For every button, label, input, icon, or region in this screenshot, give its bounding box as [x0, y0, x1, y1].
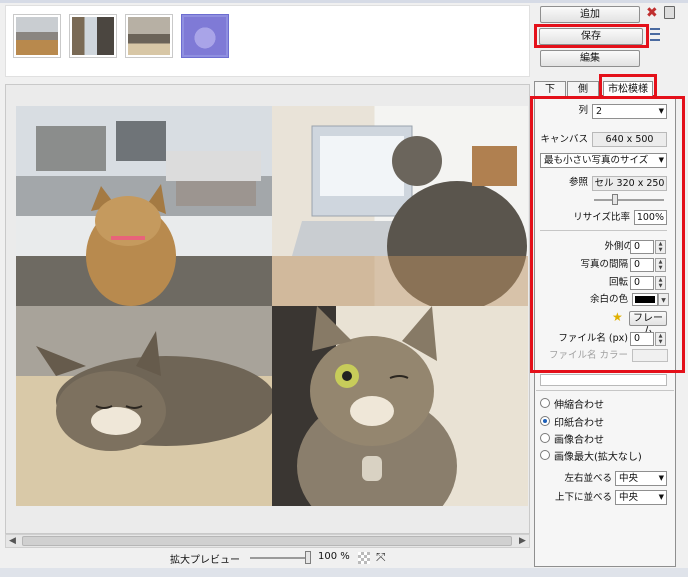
- filename-color-label: ファイル名 カラー: [548, 350, 628, 361]
- collage-cell-3: [16, 306, 272, 506]
- zoom-slider-thumb[interactable]: [305, 551, 311, 564]
- outer-margin-spinner[interactable]: ▲ ▼: [655, 240, 666, 254]
- margin-color-swatch: [635, 296, 655, 303]
- divider: [536, 390, 674, 391]
- scroll-right-icon[interactable]: ▶: [516, 535, 529, 547]
- fit-option-label: 画像最大(拡大なし): [554, 452, 642, 463]
- fit-radio-paper[interactable]: [540, 416, 550, 426]
- filename-px-spinner[interactable]: ▲ ▼: [655, 332, 666, 346]
- fit-radio-image[interactable]: [540, 433, 550, 443]
- columns-value: 2: [596, 106, 603, 117]
- star-icon: ★: [612, 310, 623, 324]
- chevron-down-icon: ▼: [658, 474, 664, 482]
- fit-option-label: 伸縮合わせ: [554, 400, 604, 411]
- fit-option-label: 印紙合わせ: [554, 418, 604, 429]
- horizontal-align-label: 左右並べる: [564, 473, 612, 484]
- size-mode-value: 最も小さい写真のサイズ: [544, 155, 649, 166]
- canvas-label: キャンバス: [540, 134, 588, 145]
- frame-button[interactable]: フレーム: [629, 311, 667, 337]
- zoom-preview-bar: 拡大プレビュー 100 % ⤧: [170, 550, 410, 566]
- cat-photo-2: [272, 125, 528, 306]
- cat-photo-4: [297, 306, 457, 506]
- rotate-input[interactable]: 0: [630, 276, 654, 290]
- zoom-preview-label: 拡大プレビュー: [170, 555, 240, 566]
- edit-button[interactable]: 編集: [540, 50, 640, 67]
- vertical-align-value: 中央: [619, 492, 639, 503]
- scroll-thumb[interactable]: [22, 536, 512, 546]
- horizontal-align-value: 中央: [619, 473, 639, 484]
- blank-field: [540, 374, 667, 386]
- collage-cell-1: [16, 106, 272, 306]
- list-icon[interactable]: [650, 28, 660, 41]
- margin-color-picker[interactable]: [632, 293, 658, 306]
- filename-px-label: ファイル名 (px): [558, 333, 628, 344]
- thumbnail-image: [16, 17, 58, 55]
- photo-spacing-spinner[interactable]: ▲ ▼: [655, 258, 666, 272]
- thumbnail-image: [128, 17, 170, 55]
- thumbnail-4-selected[interactable]: [181, 14, 229, 58]
- zoom-value: 100 %: [318, 551, 350, 562]
- columns-select[interactable]: 2 ▼: [592, 104, 667, 119]
- zoom-slider-track[interactable]: [250, 557, 310, 559]
- horizontal-align-select[interactable]: 中央 ▼: [615, 471, 667, 486]
- margin-color-label: 余白の色: [589, 294, 628, 305]
- rotate-spinner[interactable]: ▲ ▼: [655, 276, 666, 290]
- columns-label: 列: [578, 105, 588, 116]
- collage-preview[interactable]: [16, 106, 528, 506]
- fit-radio-stretch[interactable]: [540, 398, 550, 408]
- rotate-label: 回転: [608, 277, 628, 288]
- reference-cell-value: セル 320 x 250: [592, 176, 667, 191]
- window-bottom-edge: [0, 568, 688, 577]
- thumbnail-1[interactable]: [13, 14, 61, 58]
- window-top-edge: [0, 0, 688, 3]
- canvas-size-value: 640 x 500: [592, 132, 667, 147]
- vertical-align-select[interactable]: 中央 ▼: [615, 490, 667, 505]
- photo-spacing-input[interactable]: 0: [630, 258, 654, 272]
- reference-label: 参照: [568, 177, 588, 188]
- thumbnail-3[interactable]: [125, 14, 173, 58]
- filename-color-picker: [632, 349, 668, 362]
- cat-photo-1: [36, 121, 261, 306]
- filename-px-input[interactable]: 0: [630, 332, 654, 346]
- size-mode-select[interactable]: 最も小さい写真のサイズ ▼: [540, 153, 667, 168]
- remove-icon[interactable]: ✖: [646, 5, 658, 21]
- resize-ratio-input[interactable]: 100%: [634, 210, 667, 225]
- chevron-down-icon: ▼: [658, 156, 664, 164]
- divider: [540, 230, 667, 231]
- checkerboard-icon[interactable]: [358, 552, 370, 564]
- photo-spacing-label: 写真の間隔: [580, 259, 628, 270]
- preview-horizontal-scrollbar[interactable]: ◀ ▶: [5, 534, 530, 548]
- chevron-down-icon: ▼: [658, 493, 664, 501]
- thumbnail-image: [72, 17, 114, 55]
- chevron-down-icon: ▼: [658, 107, 664, 115]
- add-button[interactable]: 追加: [540, 6, 640, 23]
- thumbnail-strip: [5, 5, 530, 77]
- fit-option-label: 画像合わせ: [554, 435, 604, 446]
- reference-slider-track[interactable]: [594, 199, 664, 201]
- chevron-down-icon[interactable]: ▼: [658, 293, 669, 306]
- fit-window-icon[interactable]: ⤧: [376, 551, 388, 563]
- thumbnail-image: [184, 17, 226, 55]
- collage-cell-4: [272, 306, 528, 506]
- cat-photo-3: [36, 331, 272, 451]
- resize-ratio-label: リサイズ比率: [573, 212, 630, 223]
- fit-radio-image-max[interactable]: [540, 450, 550, 460]
- scroll-left-icon[interactable]: ◀: [6, 535, 19, 547]
- outer-margin-input[interactable]: 0: [630, 240, 654, 254]
- reference-slider-thumb[interactable]: [612, 194, 618, 205]
- vertical-align-label: 上下に並べる: [554, 492, 612, 503]
- trash-icon[interactable]: [664, 6, 675, 19]
- thumbnail-2[interactable]: [69, 14, 117, 58]
- save-button[interactable]: 保存: [539, 28, 643, 45]
- collage-cell-2: [272, 106, 528, 306]
